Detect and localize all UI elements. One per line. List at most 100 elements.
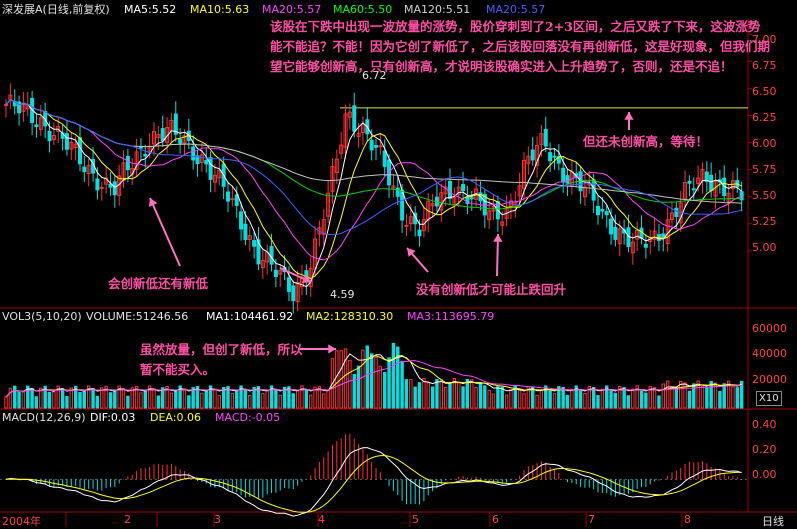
price-tick: 5.75: [752, 163, 777, 176]
volume-bar: [517, 390, 522, 409]
candle-body: [613, 226, 618, 240]
volume-bar: [387, 357, 391, 409]
volume-bar: [404, 379, 409, 409]
volume-bar: [435, 379, 439, 409]
volume-bar: [570, 388, 574, 409]
candle-body: [191, 146, 196, 161]
ma-readout-5: MA120:5.51: [404, 3, 471, 16]
volume-bar: [439, 379, 443, 409]
candle-body: [204, 159, 209, 165]
volume-bar: [95, 395, 100, 409]
macd-dif-line: [5, 447, 742, 517]
arrow-volume-head: [328, 344, 336, 354]
volume-bar: [126, 395, 130, 409]
candle-body: [78, 137, 82, 165]
x-label: 6: [492, 513, 499, 526]
candle-body: [112, 181, 117, 196]
volume-bar: [622, 387, 626, 409]
candle-body: [378, 145, 383, 148]
volume-bar: [565, 394, 570, 409]
price-tick: 6.50: [752, 85, 777, 98]
price-tick: 5.50: [752, 189, 777, 202]
ma-readout-6: MA20:5.57: [486, 3, 546, 16]
volume-bar: [504, 394, 509, 409]
volume-bar: [91, 388, 95, 409]
volume-bar: [665, 380, 670, 409]
volume-bar: [679, 380, 683, 409]
candle-body: [291, 285, 296, 302]
volume-bar: [391, 342, 396, 409]
volume-bar: [535, 394, 539, 409]
volume-bar: [687, 390, 692, 409]
candle-body: [125, 155, 130, 171]
x-label: 2004年: [2, 515, 41, 528]
volume-bar: [295, 390, 300, 409]
volume-bar: [496, 386, 500, 409]
annotation-no-new-low: 没有创新低才可能止跌回升: [416, 282, 567, 297]
volume-unit: X10: [756, 391, 782, 406]
volume-bar: [631, 388, 635, 409]
candle-body: [178, 138, 183, 144]
candle-body: [99, 186, 104, 189]
volume-bar: [552, 393, 557, 409]
price-tick: 6.00: [752, 137, 777, 150]
volume-tick: 60000: [752, 322, 787, 335]
volume-bar: [652, 387, 657, 409]
candle-body: [461, 184, 466, 192]
candle-body: [687, 180, 692, 184]
volume-bar: [731, 386, 735, 409]
candle-body: [561, 167, 566, 183]
volume-bar: [500, 386, 504, 409]
volume-bar: [65, 396, 69, 409]
volume-bar: [274, 388, 278, 409]
volume-bar: [100, 387, 104, 409]
volume-bar: [674, 387, 679, 409]
volume-bar: [461, 386, 465, 409]
macd-dif: DIF:0.03: [90, 411, 136, 424]
candle-body: [160, 128, 165, 142]
candle-body: [64, 133, 69, 150]
ma-readout-3: MA20:5.57: [262, 3, 322, 16]
candle-body: [395, 187, 400, 197]
candle-body: [252, 240, 257, 247]
volume-bar: [13, 385, 17, 409]
volume-bar: [265, 390, 269, 409]
vol-ma2: MA2:128310.30: [306, 310, 394, 323]
candle-body: [34, 124, 39, 128]
volume-bar: [161, 387, 165, 409]
candle-body: [47, 130, 52, 142]
volume-bar: [670, 385, 674, 409]
volume-bar: [705, 387, 709, 409]
volume-bar: [718, 390, 722, 409]
price-tick: 5.00: [752, 241, 777, 254]
x-label: 4: [318, 513, 325, 526]
volume-bar: [248, 394, 252, 409]
candle-body: [552, 155, 557, 158]
x-label: 3: [214, 513, 221, 526]
volume-bar: [626, 395, 631, 409]
volume-bar: [326, 389, 330, 409]
volume-bar: [34, 396, 39, 409]
volume-bar: [69, 387, 73, 409]
candle-body: [208, 157, 213, 180]
annotation-not-new-high: 但还未创新高，等待！: [583, 134, 709, 149]
annotation-new-low: 会创新低还有新低: [108, 276, 209, 291]
volume-bar: [735, 387, 739, 409]
volume-bar: [78, 392, 82, 409]
volume-bar: [657, 395, 661, 409]
candle-body: [530, 149, 535, 161]
volume-bar: [596, 395, 600, 409]
volume-tick: 40000: [752, 347, 787, 360]
candle-body: [448, 180, 452, 199]
candle-body: [4, 104, 8, 107]
volume-bar: [548, 390, 552, 409]
candle-body: [286, 277, 291, 292]
candle-body: [548, 152, 553, 162]
low-price-label: 4.59: [330, 288, 355, 301]
volume-bar: [152, 388, 156, 409]
volume-bar: [583, 392, 587, 409]
volume-bar: [361, 349, 365, 409]
volume-bar: [491, 393, 496, 409]
volume-bar: [600, 388, 605, 409]
x-label: 2: [124, 513, 131, 526]
